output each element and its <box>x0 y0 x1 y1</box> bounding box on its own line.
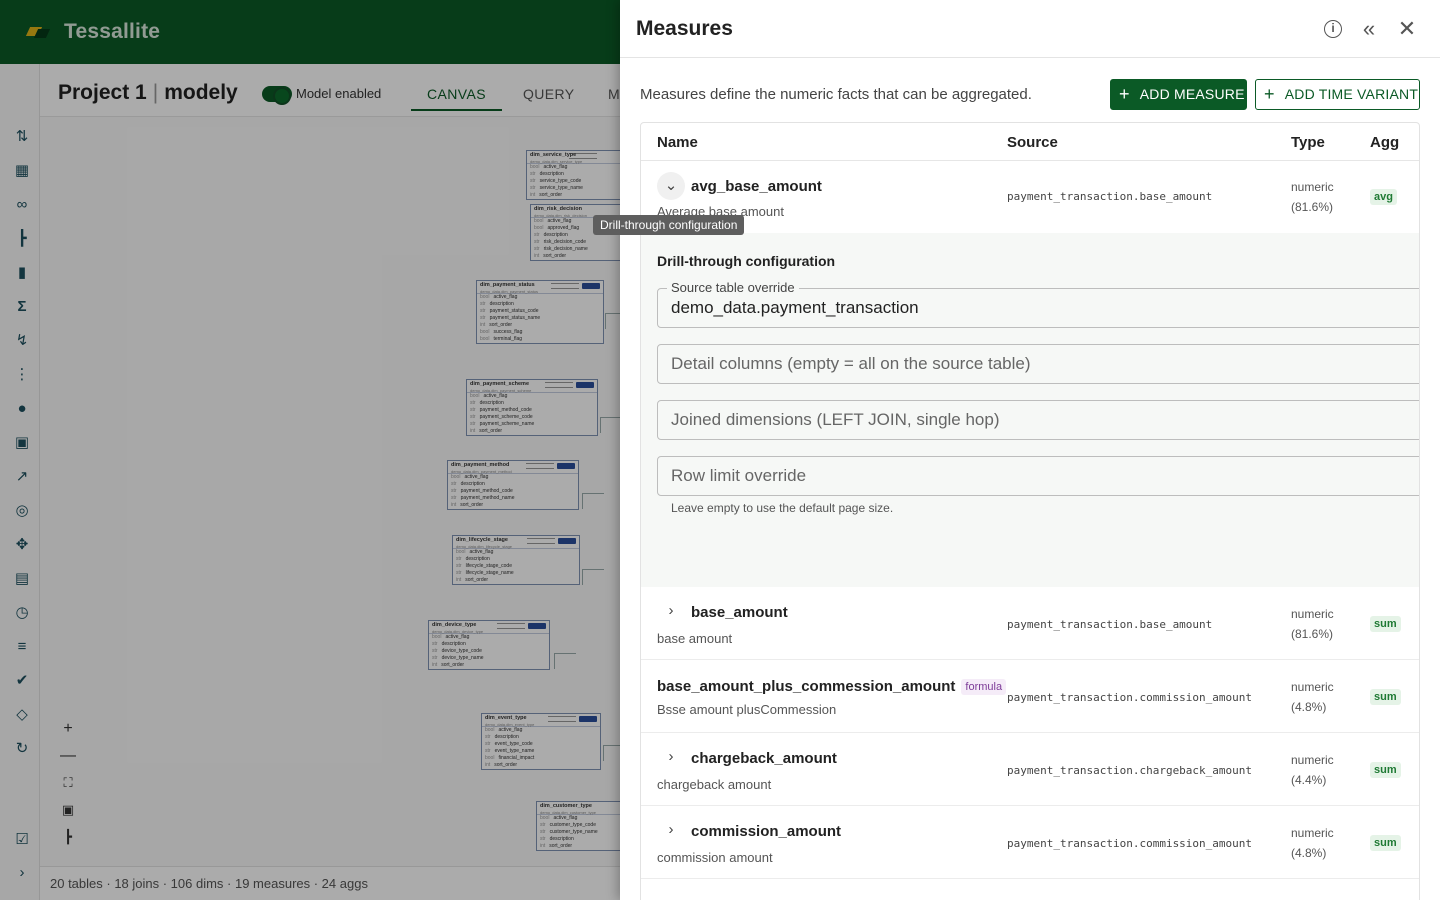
measure-type: numeric (4.8%) <box>1291 826 1334 860</box>
drawer-description: Measures define the numeric facts that c… <box>640 86 1032 103</box>
row-limit-field[interactable]: Row limit override <box>657 456 1419 496</box>
column-name: Name <box>657 134 698 151</box>
measure-type: numeric (4.4%) <box>1291 753 1334 787</box>
measure-name: base_amount <box>691 604 788 621</box>
measure-description: base amount <box>657 631 733 646</box>
chevron-right-icon[interactable]: › <box>657 743 685 771</box>
measure-type: numeric (4.8%) <box>1291 680 1334 714</box>
drawer-header: Measures i « ✕ <box>620 0 1440 58</box>
measure-source: payment_transaction.base_amount <box>1007 618 1213 631</box>
add-time-variant-button[interactable]: + ADD TIME VARIANT <box>1255 79 1420 110</box>
agg-badge: avg <box>1370 189 1397 205</box>
collapse-icon[interactable]: « <box>1358 18 1380 40</box>
measure-name: avg_base_amount <box>691 178 822 195</box>
measure-row[interactable] <box>641 879 1419 900</box>
measures-drawer: Measures i « ✕ Measures define the numer… <box>620 0 1440 900</box>
agg-badge: sum <box>1370 689 1401 705</box>
agg-badge: sum <box>1370 835 1401 851</box>
detail-columns-field[interactable]: Detail columns (empty = all on the sourc… <box>657 344 1419 384</box>
modal-scrim[interactable] <box>0 0 620 900</box>
row-limit-helper: Leave empty to use the default page size… <box>671 501 894 515</box>
measure-source: payment_transaction.base_amount <box>1007 190 1213 203</box>
drill-through-title: Drill-through configuration <box>657 253 836 269</box>
measure-source: payment_transaction.commission_amount <box>1007 691 1253 704</box>
table-header: Name Source Type Agg <box>641 123 1419 161</box>
measure-source: payment_transaction.chargeback_amount <box>1007 764 1253 777</box>
chevron-right-icon[interactable]: › <box>657 597 685 625</box>
source-table-override-field[interactable]: Source table override demo_data.payment_… <box>657 280 1419 328</box>
drawer-title: Measures <box>636 17 733 40</box>
measure-description: commission amount <box>657 850 773 865</box>
measure-name: commission_amount <box>691 823 842 840</box>
measure-name: chargeback_amount <box>691 750 837 767</box>
chevron-right-icon[interactable]: › <box>657 816 685 844</box>
info-icon[interactable]: i <box>1324 20 1342 38</box>
measure-description: chargeback amount <box>657 777 772 792</box>
measure-row[interactable]: › commission_amount commission amount pa… <box>641 806 1419 879</box>
measures-table: Name Source Type Agg ⌄ avg_base_amount A… <box>640 122 1420 900</box>
column-type: Type <box>1291 134 1325 151</box>
measure-type: numeric (81.6%) <box>1291 607 1334 641</box>
measure-row[interactable]: › base_amount base amount payment_transa… <box>641 587 1419 660</box>
measure-name: base_amount_plus_commession_amount formul… <box>657 678 1007 695</box>
drill-through-tooltip: Drill-through configuration <box>593 215 745 235</box>
column-source: Source <box>1007 134 1058 151</box>
source-table-override-label: Source table override <box>667 280 799 295</box>
measure-source: payment_transaction.commission_amount <box>1007 837 1253 850</box>
chevron-down-icon[interactable]: ⌄ <box>657 172 685 200</box>
formula-badge: formula <box>961 679 1007 695</box>
add-measure-button[interactable]: + ADD MEASURE <box>1110 79 1247 110</box>
measure-row[interactable]: ⌄ avg_base_amount Average base amount pa… <box>641 161 1419 233</box>
joined-dimensions-field[interactable]: Joined dimensions (LEFT JOIN, single hop… <box>657 400 1419 440</box>
source-table-override-value: demo_data.payment_transaction <box>671 298 919 317</box>
close-icon[interactable]: ✕ <box>1396 18 1418 40</box>
measure-row[interactable]: › chargeback_amount chargeback amount pa… <box>641 733 1419 806</box>
measure-description: Bsse amount plusCommession <box>657 702 837 717</box>
measure-type: numeric (81.6%) <box>1291 180 1334 214</box>
measure-row[interactable]: base_amount_plus_commession_amount formul… <box>641 660 1419 733</box>
agg-badge: sum <box>1370 616 1401 632</box>
column-agg: Agg <box>1370 134 1400 151</box>
drill-through-panel: Drill-through configuration Source table… <box>641 233 1419 587</box>
agg-badge: sum <box>1370 762 1401 778</box>
